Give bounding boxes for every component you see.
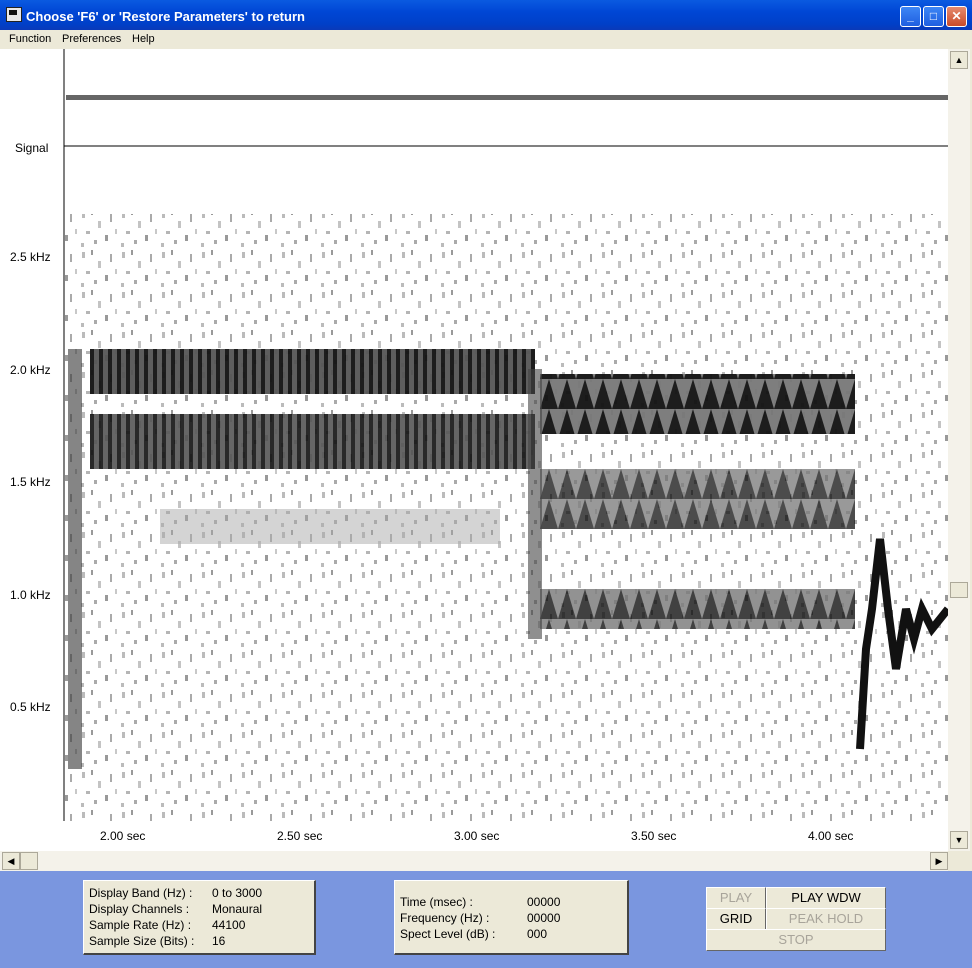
- readout-panel: Time (msec) : 00000 Frequency (Hz) : 000…: [394, 880, 629, 955]
- window-title: Choose 'F6' or 'Restore Parameters' to r…: [26, 9, 305, 24]
- stop-button[interactable]: STOP: [706, 929, 886, 951]
- scroll-left-icon[interactable]: ◀: [2, 852, 20, 870]
- param-label: Display Channels :: [89, 902, 190, 916]
- harmonic-band-lower: [90, 414, 535, 469]
- x-tick-3-00: 3.00 sec: [454, 829, 500, 843]
- horizontal-scrollbar[interactable]: ◀ ▶: [0, 851, 948, 871]
- y-tick-2-5khz: 2.5 kHz: [10, 250, 51, 264]
- readout-value: 000: [527, 927, 548, 941]
- readout-label: Frequency (Hz) :: [400, 911, 490, 925]
- y-tick-0-5khz: 0.5 kHz: [10, 700, 51, 714]
- plot-area[interactable]: Signal 2.5 kHz 2.0 kHz 1.5 kHz 1.0 kHz 0…: [0, 49, 948, 851]
- param-value: 16: [212, 934, 226, 948]
- y-tick-2-0khz: 2.0 kHz: [10, 363, 51, 377]
- param-label: Sample Size (Bits) :: [89, 934, 195, 948]
- params-panel: Display Band (Hz) : 0 to 3000 Display Ch…: [83, 880, 316, 955]
- scroll-up-icon[interactable]: ▲: [950, 51, 968, 69]
- param-value: 0 to 3000: [212, 886, 263, 900]
- horizontal-scroll-thumb[interactable]: [20, 852, 38, 870]
- param-label: Sample Rate (Hz) :: [89, 918, 192, 932]
- x-tick-2-00: 2.00 sec: [100, 829, 146, 843]
- readout-value: 00000: [527, 911, 561, 925]
- scroll-down-icon[interactable]: ▼: [950, 831, 968, 849]
- peak-hold-button[interactable]: PEAK HOLD: [766, 908, 886, 930]
- harmonic-band-upper: [90, 349, 535, 394]
- grid-button[interactable]: GRID: [706, 908, 766, 930]
- y-tick-1-0khz: 1.0 kHz: [10, 588, 51, 602]
- signal-label: Signal: [15, 141, 49, 155]
- param-label: Display Band (Hz) :: [89, 886, 193, 900]
- param-value: 44100: [212, 918, 246, 932]
- play-window-button[interactable]: PLAY WDW: [766, 887, 886, 909]
- x-tick-4-00: 4.00 sec: [808, 829, 854, 843]
- app-icon[interactable]: [6, 7, 22, 22]
- menu-bar: Function Preferences Help: [0, 30, 972, 49]
- harmonic-band-right-middle: [540, 469, 855, 529]
- y-tick-1-5khz: 1.5 kHz: [10, 475, 51, 489]
- bottom-panel: Display Band (Hz) : 0 to 3000 Display Ch…: [0, 871, 972, 968]
- menu-preferences[interactable]: Preferences: [62, 33, 121, 45]
- harmonic-band-right-upper: [540, 374, 855, 434]
- signal-waveform: [66, 95, 948, 100]
- play-button[interactable]: PLAY: [706, 887, 766, 909]
- readout-value: 00000: [527, 895, 561, 909]
- readout-label: Time (msec) :: [400, 895, 473, 909]
- param-value: Monaural: [212, 902, 263, 916]
- menu-help[interactable]: Help: [132, 33, 155, 45]
- vertical-scrollbar[interactable]: ▲ ▼: [948, 49, 970, 851]
- scroll-right-icon[interactable]: ▶: [930, 852, 948, 870]
- x-tick-3-50: 3.50 sec: [631, 829, 677, 843]
- vertical-scroll-thumb[interactable]: [950, 582, 968, 598]
- maximize-icon[interactable]: □: [923, 6, 944, 27]
- x-tick-2-50: 2.50 sec: [277, 829, 323, 843]
- readout-label: Spect Level (dB) :: [400, 927, 496, 941]
- close-icon[interactable]: ✕: [946, 6, 967, 27]
- harmonic-band-right-lower: [540, 589, 855, 629]
- menu-function[interactable]: Function: [9, 33, 51, 45]
- title-bar: Choose 'F6' or 'Restore Parameters' to r…: [0, 0, 972, 30]
- minimize-icon[interactable]: _: [900, 6, 921, 27]
- spectrogram-canvas[interactable]: [0, 49, 948, 851]
